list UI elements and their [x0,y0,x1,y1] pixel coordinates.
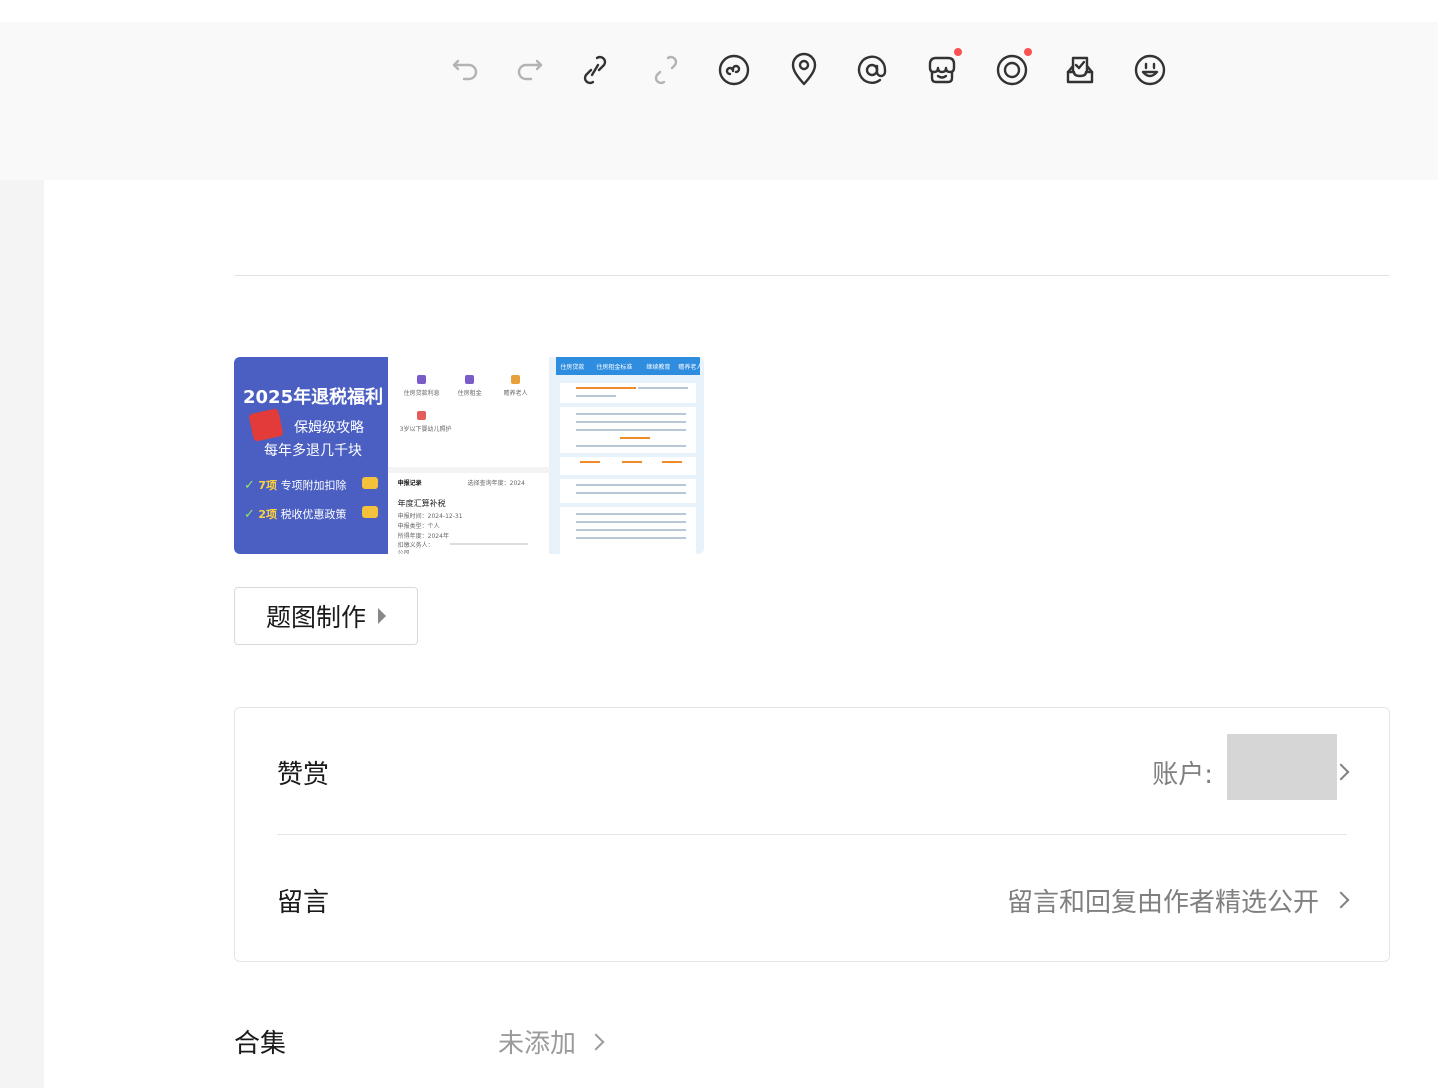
mention-icon [857,55,887,84]
link-button[interactable] [575,50,615,90]
channels-badge [1024,48,1032,56]
chevron-right-icon[interactable] [1332,891,1350,909]
unlink-icon [654,55,678,85]
coin-icon [362,477,378,489]
promo-item1: ✓ 7项 专项附加扣除 [244,478,347,493]
shop-icon [928,56,956,84]
promo-item2: ✓ 2项 税收优惠政策 [244,507,347,522]
link-icon [583,55,607,85]
emoji-icon [1134,54,1166,86]
account-redaction [1227,734,1337,800]
redo-button[interactable] [509,50,549,90]
promo-line2: 每年多退几千块 [264,443,362,459]
location-icon [791,52,817,86]
location-button[interactable] [784,50,824,90]
reward-value: 账户: [1152,760,1213,790]
vote-icon [1066,56,1094,84]
channels-button[interactable] [992,48,1032,90]
promo-line1: 保姆级攻略 [294,420,364,436]
mini-program-icon [718,54,750,86]
reward-label: 赞赏 [277,760,330,790]
cover-panel-table: 住房贷款 住房租金标准 继续教育 赡养老人 [550,357,704,554]
undo-button[interactable] [446,50,486,90]
channels-icon [996,54,1028,86]
settings-card: 赞赏 账户: 留言 留言和回复由作者精选公开 [234,707,1390,962]
redo-icon [517,59,543,81]
promo-title: 2025年退税福利 [243,387,384,408]
check-icon: ✓ [244,478,255,493]
make-title-label: 题图制作 [265,603,366,632]
chevron-right-icon[interactable] [587,1033,605,1051]
table-tabs: 住房贷款 住房租金标准 继续教育 赡养老人 [556,357,702,375]
mini-program-button[interactable] [714,50,754,90]
collection-label: 合集 [234,1029,287,1059]
shop-button[interactable] [922,48,962,90]
content-divider [234,275,1390,276]
shop-badge [954,48,962,56]
emoji-button[interactable] [1130,50,1170,90]
mention-button[interactable] [852,50,892,90]
cover-image[interactable]: 2025年退税福利 保姆级攻略 每年多退几千块 ✓ 7项 专项附加扣除 ✓ 2项… [234,357,704,554]
comment-value[interactable]: 留言和回复由作者精选公开 [1007,882,1319,919]
undo-icon [452,59,478,81]
house-icon [416,375,426,384]
top-strip [0,0,1438,22]
cover-panel-promo: 2025年退税福利 保姆级攻略 每年多退几千块 ✓ 7项 专项附加扣除 ✓ 2项… [234,357,388,554]
make-title-image-button[interactable]: 题图制作 [234,587,418,645]
unlink-button[interactable] [646,50,686,90]
rent-icon [464,375,474,384]
left-sidebar [0,180,44,1088]
red-envelope-icon [248,408,284,442]
check-icon: ✓ [244,507,255,522]
collection-value[interactable]: 未添加 [498,1023,576,1060]
baby-icon [416,411,426,420]
elder-icon [510,375,520,384]
triangle-right-icon [378,608,386,624]
cover-panel-records: 住房贷款利息 住房租金 赡养老人 3岁以下婴幼儿照护 申报记录 选择查询年度：2… [387,357,551,554]
editor-toolbar [0,22,1438,180]
coin-icon [362,506,378,518]
comment-label: 留言 [277,888,330,918]
vote-button[interactable] [1060,50,1100,90]
